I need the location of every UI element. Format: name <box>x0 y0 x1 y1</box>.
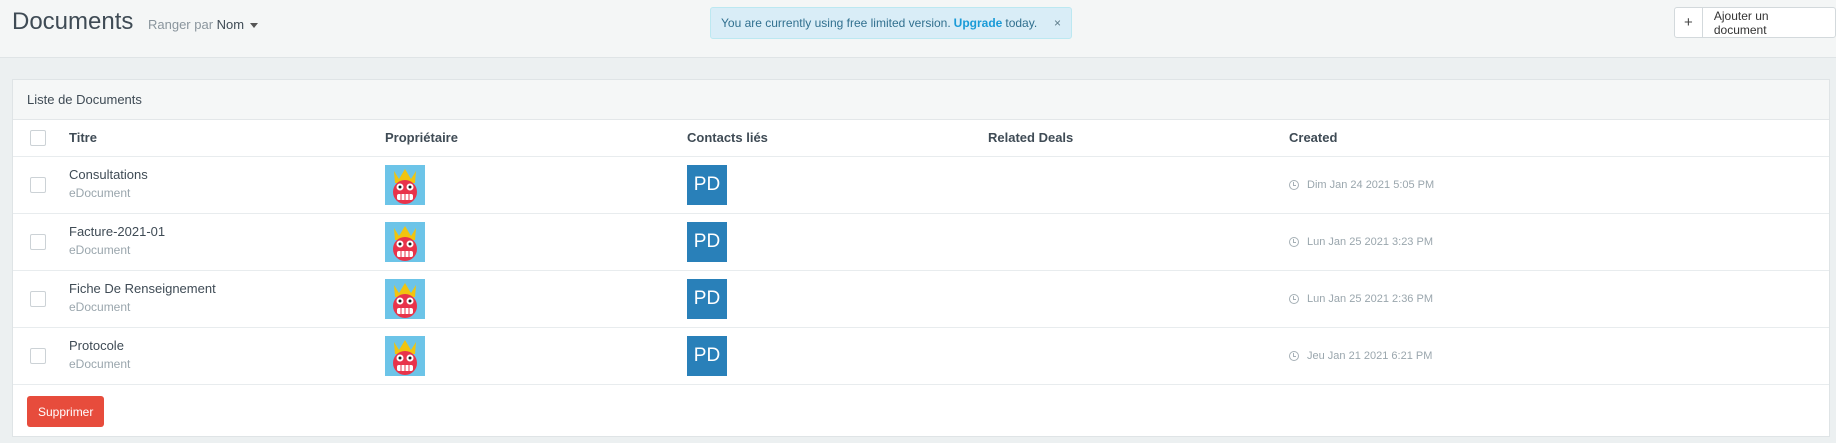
document-type: eDocument <box>69 300 131 314</box>
created-text: Lun Jan 25 2021 2:36 PM <box>1307 293 1433 305</box>
document-title[interactable]: Protocole <box>69 338 130 353</box>
owner-avatar[interactable] <box>385 336 425 376</box>
sort-dropdown[interactable]: Ranger par Nom <box>148 17 259 32</box>
table-row[interactable]: Consultations eDocument PD Dim Jan 24 20… <box>13 157 1829 214</box>
clock-icon <box>1289 180 1299 190</box>
column-header-title[interactable]: Titre <box>69 130 97 145</box>
created-date: Dim Jan 24 2021 5:05 PM <box>1289 179 1434 191</box>
column-header-deals[interactable]: Related Deals <box>988 130 1073 145</box>
contact-badge[interactable]: PD <box>687 279 727 319</box>
select-all-checkbox[interactable] <box>30 130 46 146</box>
plus-button[interactable]: + <box>1675 8 1703 37</box>
created-date: Lun Jan 25 2021 2:36 PM <box>1289 293 1433 305</box>
column-header-contacts[interactable]: Contacts liés <box>687 130 768 145</box>
document-type: eDocument <box>69 186 131 200</box>
page-title: Documents <box>12 8 134 35</box>
row-checkbox[interactable] <box>30 291 46 307</box>
panel-title: Liste de Documents <box>13 80 1829 120</box>
sort-value: Nom <box>216 17 245 32</box>
table-row[interactable]: Protocole eDocument PD Jeu Jan 21 2021 6… <box>13 328 1829 385</box>
clock-icon <box>1289 294 1299 304</box>
row-checkbox[interactable] <box>30 234 46 250</box>
column-header-owner[interactable]: Propriétaire <box>385 130 458 145</box>
add-document-group: + Ajouter un document <box>1674 7 1836 38</box>
created-date: Jeu Jan 21 2021 6:21 PM <box>1289 350 1432 362</box>
created-text: Jeu Jan 21 2021 6:21 PM <box>1307 350 1433 362</box>
owner-avatar[interactable] <box>385 222 425 262</box>
mascot-icon <box>393 283 417 318</box>
mascot-icon <box>393 340 417 375</box>
created-text: Lun Jan 25 2021 3:23 PM <box>1307 236 1433 248</box>
contact-badge[interactable]: PD <box>687 165 727 205</box>
upgrade-link[interactable]: Upgrade <box>954 16 1003 30</box>
column-header-created[interactable]: Created <box>1289 130 1337 145</box>
contact-badge[interactable]: PD <box>687 336 727 376</box>
alert-text-end: today. <box>1005 16 1038 30</box>
clock-icon <box>1289 351 1299 361</box>
document-title[interactable]: Facture-2021-01 <box>69 224 165 239</box>
delete-button[interactable]: Supprimer <box>27 396 105 427</box>
table-header: Titre Propriétaire Contacts liés Related… <box>13 120 1829 157</box>
document-title[interactable]: Fiche De Renseignement <box>69 281 216 296</box>
clock-icon <box>1289 237 1299 247</box>
documents-panel: Liste de Documents Titre Propriétaire Co… <box>12 79 1830 437</box>
document-type: eDocument <box>69 357 131 371</box>
mascot-icon <box>393 169 417 204</box>
row-checkbox[interactable] <box>30 177 46 193</box>
created-date: Lun Jan 25 2021 3:23 PM <box>1289 236 1433 248</box>
add-document-button[interactable]: Ajouter un document <box>1703 8 1835 37</box>
document-title[interactable]: Consultations <box>69 167 148 182</box>
document-type: eDocument <box>69 243 131 257</box>
owner-avatar[interactable] <box>385 279 425 319</box>
created-text: Dim Jan 24 2021 5:05 PM <box>1307 179 1435 191</box>
page-header: Documents Ranger par Nom You are current… <box>0 0 1836 58</box>
contact-badge[interactable]: PD <box>687 222 727 262</box>
close-icon[interactable]: × <box>1054 16 1061 30</box>
sort-label: Ranger par <box>148 17 214 32</box>
owner-avatar[interactable] <box>385 165 425 205</box>
row-checkbox[interactable] <box>30 348 46 364</box>
mascot-icon <box>393 226 417 261</box>
table-row[interactable]: Fiche De Renseignement eDocument PD Lun … <box>13 271 1829 328</box>
table-row[interactable]: Facture-2021-01 eDocument PD Lun Jan 25 … <box>13 214 1829 271</box>
chevron-down-icon <box>250 23 259 29</box>
upgrade-alert: You are currently using free limited ver… <box>710 7 1072 39</box>
alert-text: You are currently using free limited ver… <box>721 16 951 30</box>
